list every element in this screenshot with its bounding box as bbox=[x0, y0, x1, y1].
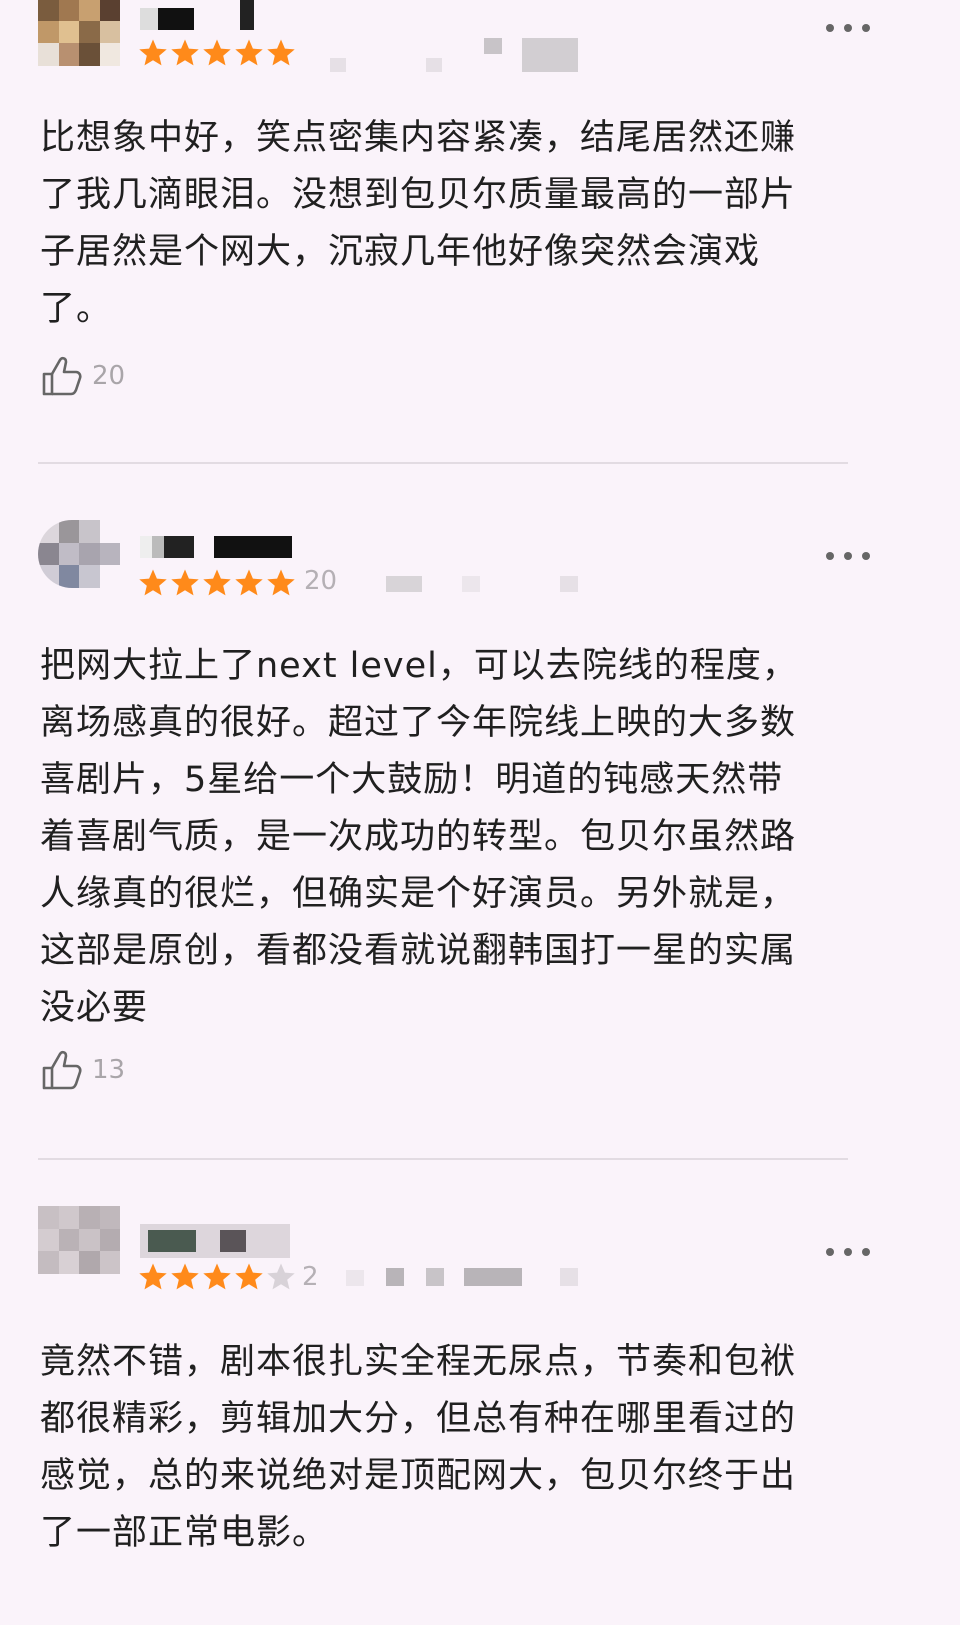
star-icon bbox=[235, 39, 263, 66]
star-icon bbox=[139, 39, 167, 66]
avatar[interactable] bbox=[38, 1206, 120, 1274]
meta-obscured bbox=[346, 1270, 364, 1286]
star-icon bbox=[203, 1263, 231, 1290]
review-text: 把网大拉上了next level，可以去院线的程度， 离场感真的很好。超过了今年… bbox=[40, 646, 798, 1028]
star-icon bbox=[203, 569, 231, 596]
star-icon bbox=[171, 569, 199, 596]
like-count: 13 bbox=[92, 1055, 126, 1085]
star-icon bbox=[203, 39, 231, 66]
star-icon bbox=[267, 569, 295, 596]
meta-obscured bbox=[560, 576, 578, 592]
divider bbox=[38, 462, 848, 464]
divider bbox=[38, 1158, 848, 1160]
more-horizontal-icon bbox=[826, 1248, 834, 1256]
avatar[interactable] bbox=[38, 520, 120, 588]
review-text: 竟然不错，剧本很扎实全程无尿点，节奏和包袱 都很精彩，剪辑加大分，但总有种在哪里… bbox=[40, 1342, 797, 1553]
rating-stars bbox=[138, 568, 296, 598]
username-obscured[interactable] bbox=[140, 0, 260, 30]
meta-obscured bbox=[330, 58, 346, 72]
star-icon bbox=[235, 569, 263, 596]
meta-obscured bbox=[464, 1268, 522, 1286]
review-meta: 2 bbox=[302, 1262, 319, 1292]
username-obscured[interactable] bbox=[140, 1224, 290, 1258]
thumbs-up-icon bbox=[42, 1050, 82, 1090]
more-horizontal-icon bbox=[826, 552, 834, 560]
more-options-button[interactable] bbox=[826, 18, 870, 38]
more-options-button[interactable] bbox=[826, 546, 870, 566]
more-horizontal-icon bbox=[826, 24, 834, 32]
meta-obscured bbox=[386, 576, 422, 592]
star-icon bbox=[267, 39, 295, 66]
review-text: 比想象中好，笑点密集内容紧凑，结尾居然还赚 了我几滴眼泪。没想到包贝尔质量最高的… bbox=[40, 118, 797, 329]
star-icon bbox=[267, 1263, 295, 1290]
star-icon bbox=[139, 1263, 167, 1290]
meta-obscured bbox=[426, 1268, 444, 1286]
meta-obscured bbox=[560, 1268, 578, 1286]
meta-obscured bbox=[426, 58, 442, 72]
meta-obscured bbox=[484, 38, 502, 54]
meta-obscured bbox=[522, 38, 578, 72]
like-button[interactable]: 13 bbox=[40, 1046, 125, 1094]
rating-stars bbox=[138, 38, 296, 68]
thumbs-up-icon bbox=[42, 356, 82, 396]
more-options-button[interactable] bbox=[826, 1242, 870, 1262]
star-icon bbox=[235, 1263, 263, 1290]
rating-stars bbox=[138, 1262, 296, 1292]
star-icon bbox=[171, 1263, 199, 1290]
meta-obscured bbox=[462, 576, 480, 592]
star-icon bbox=[139, 569, 167, 596]
star-icon bbox=[171, 39, 199, 66]
username-obscured[interactable] bbox=[140, 536, 300, 558]
meta-obscured bbox=[386, 1268, 404, 1286]
avatar[interactable] bbox=[38, 0, 120, 66]
like-count: 20 bbox=[92, 361, 126, 391]
review-meta: 20 bbox=[304, 566, 338, 596]
like-button[interactable]: 20 bbox=[40, 352, 125, 400]
